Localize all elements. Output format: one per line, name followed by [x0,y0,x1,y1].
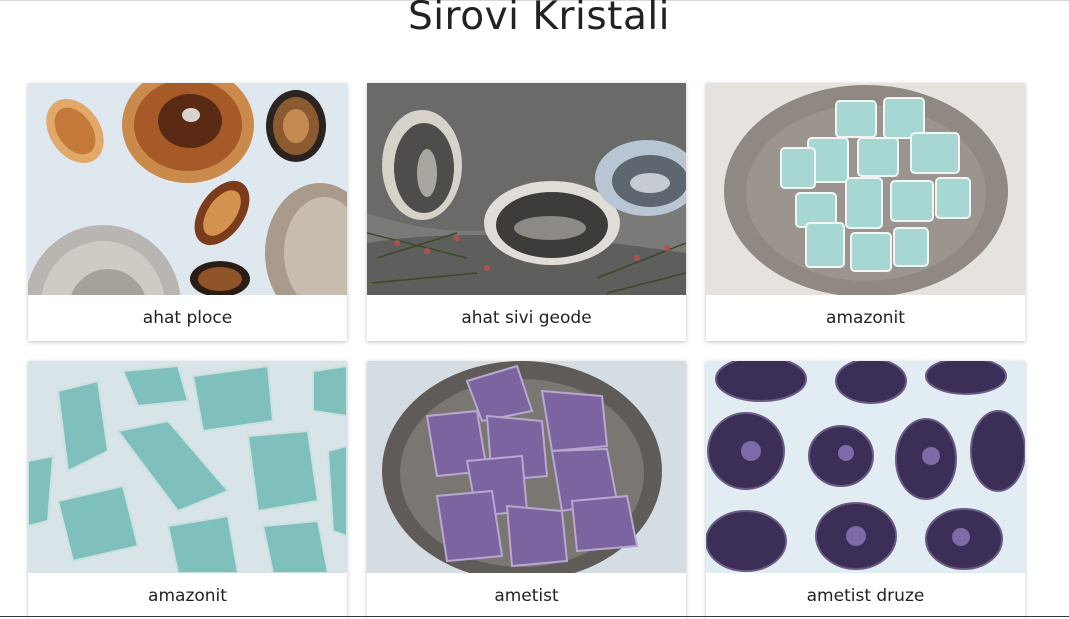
product-card[interactable]: ahat ploce [28,83,347,341]
product-image[interactable] [367,83,686,295]
page-title: Sirovi Kristali [407,0,671,39]
product-image[interactable] [28,83,347,295]
product-card[interactable]: amazonit [28,361,347,619]
product-name[interactable]: amazonit [28,573,347,619]
product-image[interactable] [367,361,686,573]
product-card[interactable]: ametist [367,361,686,619]
product-card[interactable]: amazonit [706,83,1025,341]
product-name[interactable]: ahat ploce [28,295,347,341]
product-image[interactable] [706,83,1025,295]
product-name[interactable]: amazonit [706,295,1025,341]
product-name[interactable]: ametist druze [706,573,1025,619]
product-name[interactable]: ahat sivi geode [367,295,686,341]
product-image[interactable] [706,361,1025,573]
product-image[interactable] [28,361,347,573]
product-card[interactable]: ametist druze [706,361,1025,619]
product-card[interactable]: ahat sivi geode [367,83,686,341]
product-name[interactable]: ametist [367,573,686,619]
